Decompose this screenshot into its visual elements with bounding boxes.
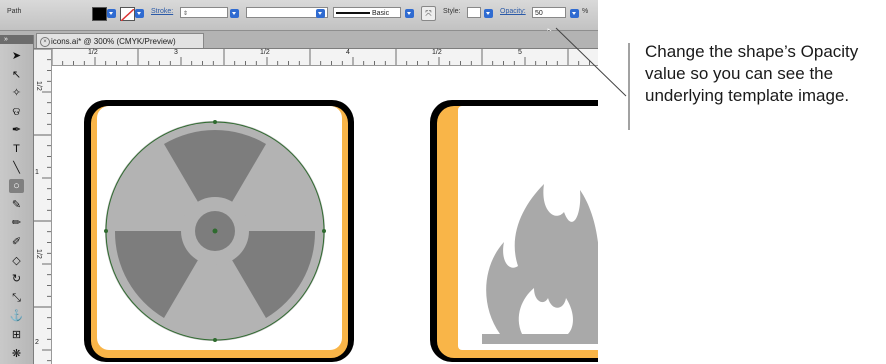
style-dropdown-icon[interactable] — [484, 9, 493, 18]
ruler-label: 4 — [346, 49, 350, 56]
collapse-panel-icon[interactable]: » — [4, 35, 8, 44]
free-transform-tool-icon[interactable]: ⊞ — [9, 328, 24, 342]
ruler-label: 1/2 — [35, 249, 42, 259]
no-stroke-icon — [120, 8, 135, 22]
type-tool-icon[interactable]: T — [9, 142, 24, 156]
brush-dropdown-icon[interactable] — [405, 9, 414, 18]
profile-dropdown-icon[interactable] — [316, 9, 325, 18]
tools-panel-grip[interactable]: » — [0, 35, 33, 44]
pencil-tool-icon[interactable]: ✏ — [9, 216, 24, 230]
ruler-label: 1/2 — [260, 49, 270, 56]
lasso-tool-icon[interactable]: ଡ — [9, 105, 24, 119]
anchor-point[interactable] — [212, 228, 218, 234]
ruler-label: 1/2 — [432, 49, 442, 56]
instruction-callout: Change the shape’s Opacity value so you … — [645, 41, 881, 107]
eraser-tool-icon[interactable]: ◇ — [9, 254, 24, 268]
paintbrush-tool-icon[interactable]: ✎ — [9, 198, 24, 212]
close-tab-icon[interactable]: × — [40, 37, 50, 47]
fill-color-swatch[interactable] — [92, 7, 107, 21]
stroke-weight-field[interactable]: ⇕ — [180, 7, 228, 18]
callout-line: underlying template image. — [645, 86, 850, 105]
flammable-hazard-icon[interactable] — [430, 100, 598, 362]
stroke-color-swatch[interactable] — [120, 7, 135, 22]
recolor-artwork-icon[interactable]: ⤧ — [421, 6, 436, 21]
document-tab-title: icons.ai* @ 300% (CMYK/Preview) — [51, 37, 176, 46]
document-tab-bar: × icons.ai* @ 300% (CMYK/Preview) — [0, 31, 598, 49]
selection-type-label: Path — [7, 8, 22, 15]
anchor-point[interactable] — [104, 229, 108, 233]
vertical-ruler-ticks — [34, 49, 51, 362]
pen-tool-icon[interactable]: ✒ — [9, 123, 24, 137]
rotate-tool-icon[interactable]: ↻ — [9, 272, 24, 286]
ruler-label: 5 — [518, 49, 522, 56]
horizontal-ruler-ticks — [52, 49, 590, 65]
opacity-label[interactable]: Opacity: — [500, 8, 526, 15]
graphic-style-swatch[interactable] — [467, 7, 481, 18]
control-bar: Path Stroke: ⇕ Basic ⤧ Style: Opacity: 5… — [0, 0, 598, 42]
vertical-ruler[interactable]: 1/2 1 1/2 2 — [34, 49, 52, 364]
ruler-label: 1 — [35, 169, 39, 176]
anchor-point[interactable] — [322, 229, 326, 233]
brush-definition-field[interactable]: Basic — [333, 7, 401, 18]
ellipse-tool-icon[interactable]: ○ — [9, 179, 24, 194]
stroke-weight-dropdown-icon[interactable] — [230, 9, 239, 18]
artboard-canvas[interactable] — [52, 66, 598, 364]
ruler-label: 1/2 — [35, 81, 42, 91]
anchor-point[interactable] — [213, 338, 217, 342]
selection-tool-icon[interactable]: ➤ — [9, 49, 24, 63]
magic-wand-tool-icon[interactable]: ✧ — [9, 86, 24, 100]
brush-name: Basic — [371, 10, 390, 17]
line-segment-tool-icon[interactable]: ╲ — [9, 161, 24, 175]
stroke-dropdown-icon[interactable] — [135, 9, 144, 18]
scale-tool-icon[interactable]: ⤡ — [9, 291, 24, 305]
fill-dropdown-icon[interactable] — [107, 9, 116, 18]
stroke-label[interactable]: Stroke: — [151, 8, 173, 15]
ruler-label: 2 — [35, 339, 39, 346]
blob-brush-tool-icon[interactable]: ✐ — [9, 235, 24, 249]
tools-panel: » ➤ ↖ ✧ ଡ ✒ T ╲ ○ ✎ ✏ ✐ ◇ ↻ ⤡ ⚓ ⊞ ❋ — [0, 35, 34, 364]
stroke-weight-stepper-icon[interactable]: ⇕ — [183, 11, 188, 17]
horizontal-ruler[interactable]: 1/2 3 1/2 4 1/2 5 — [52, 49, 598, 66]
ruler-label: 3 — [174, 49, 178, 56]
callout-line: Change the shape’s Opacity — [645, 42, 859, 61]
callout-line: value so you can see the — [645, 64, 834, 83]
direct-selection-tool-icon[interactable]: ↖ — [9, 68, 24, 82]
opacity-percent-label: % — [582, 8, 589, 15]
artwork — [84, 100, 598, 362]
opacity-input[interactable]: 50 — [532, 7, 566, 18]
document-tab[interactable]: × icons.ai* @ 300% (CMYK/Preview) — [36, 33, 204, 48]
brush-stroke-preview — [336, 12, 370, 15]
symbol-sprayer-tool-icon[interactable]: ❋ — [9, 347, 24, 361]
style-label: Style: — [443, 8, 461, 15]
radiation-hazard-icon[interactable] — [84, 100, 354, 362]
anchor-point[interactable] — [213, 120, 217, 124]
warp-tool-icon[interactable]: ⚓ — [9, 309, 24, 323]
opacity-dropdown-icon[interactable] — [570, 9, 579, 18]
ruler-label: 1/2 — [88, 49, 98, 56]
